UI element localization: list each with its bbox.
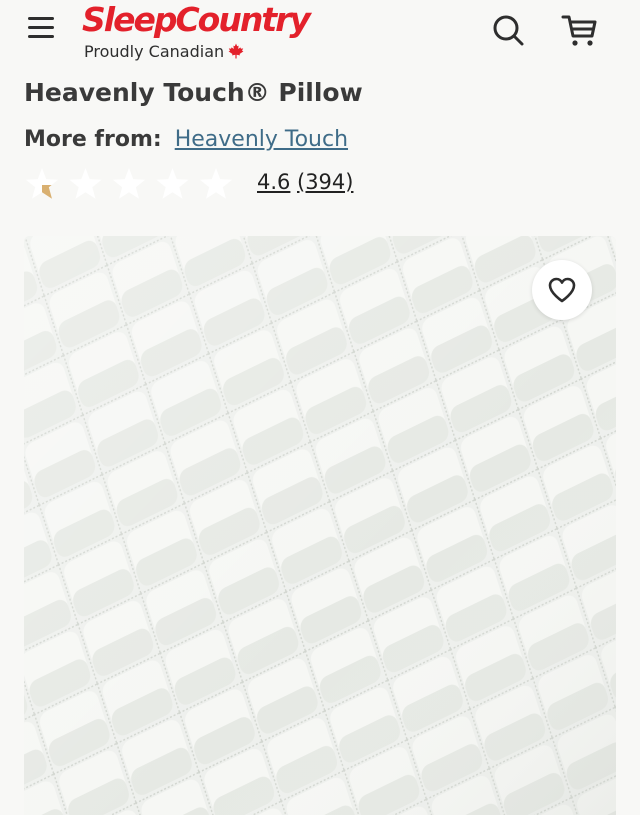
wishlist-button[interactable]: [532, 260, 592, 320]
rating-row: 4.6 (394): [24, 165, 384, 205]
more-from-row: More from: Heavenly Touch: [24, 127, 348, 152]
star-empty-3: [112, 168, 146, 199]
search-button[interactable]: [490, 12, 526, 48]
star-empty-2: [69, 168, 102, 199]
heart-icon: [548, 277, 576, 303]
product-title: Heavenly Touch® Pillow: [24, 78, 363, 107]
star-empty-4: [156, 168, 189, 199]
brand-link[interactable]: Heavenly Touch: [175, 127, 348, 152]
maple-leaf-icon: [228, 43, 244, 59]
hamburger-menu-icon[interactable]: [26, 14, 58, 42]
logo-tagline-text: Proudly Canadian: [84, 42, 225, 61]
search-icon: [493, 15, 524, 46]
review-count-link[interactable]: (394): [297, 170, 353, 194]
sleep-country-logo[interactable]: SleepCountry Proudly Canadian: [80, 0, 311, 66]
logo-tagline: Proudly Canadian: [84, 42, 244, 61]
quilted-pillow-image: [24, 236, 616, 815]
star-rating[interactable]: [24, 165, 244, 205]
product-image[interactable]: [24, 236, 616, 815]
site-header: SleepCountry Proudly Canadian: [0, 0, 640, 72]
star-empty-1: [25, 168, 59, 199]
rating-value[interactable]: 4.6: [257, 170, 290, 194]
cart-button[interactable]: [560, 12, 600, 48]
logo-wordmark: SleepCountry: [82, 0, 311, 39]
more-from-label: More from:: [24, 127, 162, 152]
shopping-cart-icon: [561, 15, 597, 46]
star-empty-5: [199, 168, 233, 199]
